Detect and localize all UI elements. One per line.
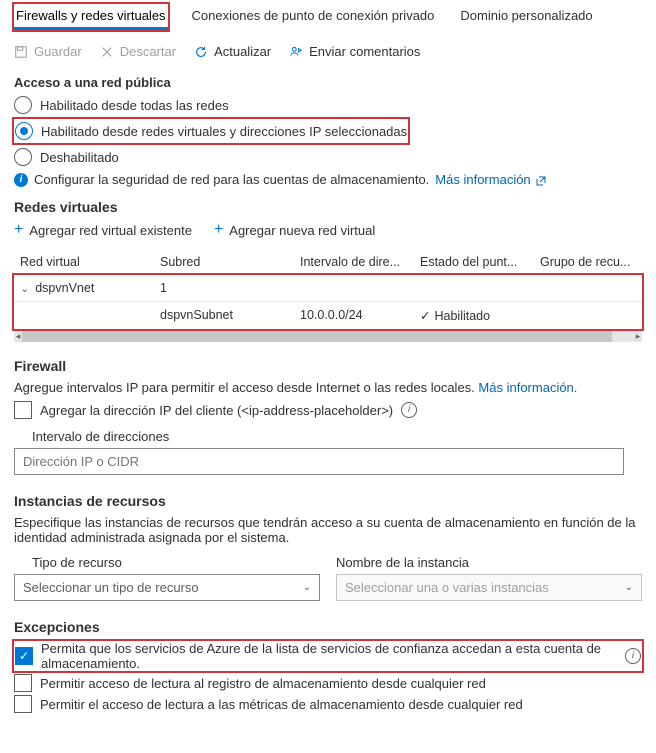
subnet-name: dspvnSubnet	[160, 308, 300, 323]
col-range: Intervalo de dire...	[300, 255, 420, 269]
table-row[interactable]: ⌄ dspvnVnet 1	[14, 275, 642, 301]
tab-private-endpoints[interactable]: Conexiones de punto de conexión privado	[190, 4, 437, 30]
vnet-table-body: ⌄ dspvnVnet 1 dspvnSubnet 10.0.0.0/24 ✓ Ha…	[14, 275, 642, 329]
refresh-button[interactable]: Actualizar	[194, 44, 271, 59]
check-icon: ✓	[420, 309, 430, 323]
radio-label: Habilitado desde redes virtuales y direc…	[41, 124, 407, 139]
exception-metrics-read-row[interactable]: Permitir el acceso de lectura a las métr…	[14, 695, 642, 713]
info-bar: i Configurar la seguridad de red para la…	[14, 172, 642, 187]
exceptions-title: Excepciones	[14, 619, 642, 635]
add-new-vnet-button[interactable]: + Agregar nueva red virtual	[214, 221, 375, 239]
checkbox-icon: ✓	[15, 647, 33, 665]
vnets-title: Redes virtuales	[14, 199, 642, 215]
checkbox-label: Permitir el acceso de lectura a las métr…	[40, 697, 523, 712]
resource-type-label: Tipo de recurso	[32, 555, 320, 570]
feedback-button[interactable]: Enviar comentarios	[289, 44, 420, 59]
col-endpoint-state: Estado del punt...	[420, 255, 540, 269]
endpoint-state: Habilitado	[434, 309, 490, 323]
public-access-title: Acceso a una red pública	[14, 75, 642, 90]
address-range-input[interactable]	[14, 448, 624, 475]
address-range: 10.0.0.0/24	[300, 308, 420, 323]
vnet-table-header: Red virtual Subred Intervalo de dire... …	[14, 249, 642, 275]
external-link-icon	[536, 176, 546, 186]
col-subnet: Subred	[160, 255, 300, 269]
table-row[interactable]: dspvnSubnet 10.0.0.0/24 ✓ Habilitado	[14, 301, 642, 329]
refresh-icon	[194, 45, 208, 59]
checkbox-icon	[14, 674, 32, 692]
checkbox-icon	[14, 401, 32, 419]
tab-firewalls[interactable]: Firewalls y redes virtuales	[14, 4, 168, 30]
exception-trusted-services-row[interactable]: ✓ Permita que los servicios de Azure de …	[15, 641, 641, 671]
col-resource-group: Grupo de recu...	[540, 255, 640, 269]
tab-custom-domain[interactable]: Dominio personalizado	[458, 4, 594, 30]
instance-name-label: Nombre de la instancia	[336, 555, 642, 570]
info-icon[interactable]: i	[625, 648, 641, 664]
horizontal-scrollbar[interactable]: ◂ ▸	[14, 331, 642, 342]
checkbox-label: Agregar la dirección IP del cliente (<ip…	[40, 403, 393, 418]
command-bar: Guardar Descartar Actualizar Enviar come…	[14, 44, 642, 59]
scroll-left-icon: ◂	[14, 331, 22, 342]
subnet-count: 1	[160, 281, 300, 295]
radio-icon	[15, 122, 33, 140]
checkbox-icon	[14, 695, 32, 713]
firewall-learn-more-link[interactable]: Más información.	[478, 380, 577, 395]
firewall-title: Firewall	[14, 358, 642, 374]
resource-instances-title: Instancias de recursos	[14, 493, 642, 509]
add-existing-vnet-button[interactable]: + Agregar red virtual existente	[14, 221, 192, 239]
chevron-down-icon: ⌄	[303, 582, 311, 593]
col-vnet: Red virtual	[20, 255, 160, 269]
checkbox-label: Permita que los servicios de Azure de la…	[41, 641, 617, 671]
resource-type-select[interactable]: Seleccionar un tipo de recurso ⌄	[14, 574, 320, 601]
resource-instances-desc: Especifique las instancias de recursos q…	[14, 515, 642, 545]
scroll-right-icon: ▸	[634, 331, 642, 342]
info-text: Configurar la seguridad de red para las …	[34, 172, 429, 187]
radio-icon	[14, 148, 32, 166]
radio-label: Habilitado desde todas las redes	[40, 98, 229, 113]
info-icon: i	[14, 173, 28, 187]
firewall-desc: Agregue intervalos IP para permitir el a…	[14, 380, 642, 395]
address-range-label: Intervalo de direcciones	[32, 429, 642, 444]
info-icon[interactable]: i	[401, 402, 417, 418]
save-icon	[14, 45, 28, 59]
save-button[interactable]: Guardar	[14, 44, 82, 59]
plus-icon: +	[214, 221, 223, 239]
chevron-down-icon: ⌄	[625, 582, 633, 593]
add-client-ip-checkbox-row[interactable]: Agregar la dirección IP del cliente (<ip…	[14, 401, 642, 419]
radio-disabled[interactable]: Deshabilitado	[14, 148, 642, 166]
plus-icon: +	[14, 221, 23, 239]
radio-all-networks[interactable]: Habilitado desde todas las redes	[14, 96, 642, 114]
discard-icon	[100, 45, 114, 59]
tabs-bar: Firewalls y redes virtuales Conexiones d…	[14, 4, 642, 30]
discard-button[interactable]: Descartar	[100, 44, 176, 59]
vnet-name: dspvnVnet	[35, 281, 94, 295]
radio-icon	[14, 96, 32, 114]
learn-more-link[interactable]: Más información	[435, 172, 546, 187]
instance-name-select: Seleccionar una o varias instancias ⌄	[336, 574, 642, 601]
exception-log-read-row[interactable]: Permitir acceso de lectura al registro d…	[14, 674, 642, 692]
radio-selected-networks[interactable]: Habilitado desde redes virtuales y direc…	[15, 122, 407, 140]
scrollbar-thumb[interactable]	[22, 331, 612, 342]
checkbox-label: Permitir acceso de lectura al registro d…	[40, 676, 486, 691]
radio-label: Deshabilitado	[40, 150, 119, 165]
feedback-icon	[289, 45, 303, 59]
chevron-down-icon: ⌄	[20, 283, 29, 295]
